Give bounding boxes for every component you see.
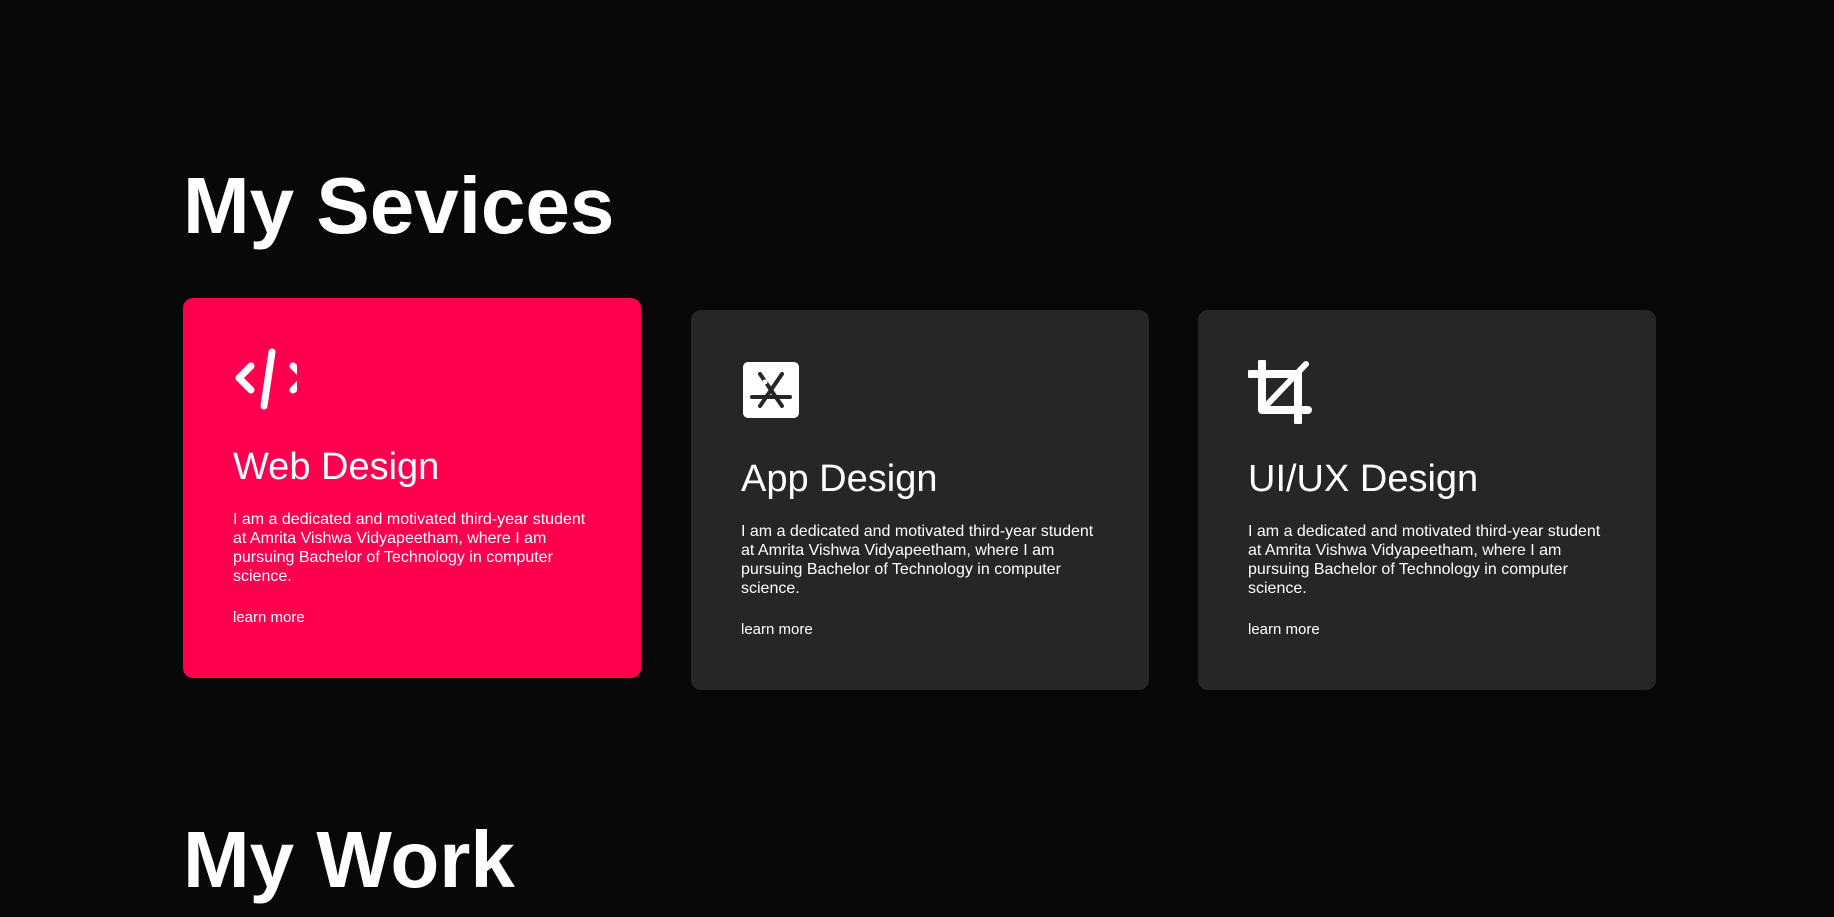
services-section-title: My Sevices <box>183 161 615 250</box>
work-section-title: My Work <box>183 815 515 904</box>
code-icon <box>235 348 297 410</box>
service-card-description: I am a dedicated and motivated third-yea… <box>233 511 586 585</box>
crop-icon <box>1248 360 1312 424</box>
page: My Sevices Web Design I am a dedicated a… <box>0 0 1834 917</box>
learn-more-link[interactable]: learn more <box>741 621 813 638</box>
service-card-title: Web Design <box>233 446 440 488</box>
app-store-icon <box>743 362 799 418</box>
learn-more-link[interactable]: learn more <box>233 609 305 626</box>
service-card-title: App Design <box>741 458 938 500</box>
service-card-web-design[interactable]: Web Design I am a dedicated and motivate… <box>183 298 641 678</box>
learn-more-link[interactable]: learn more <box>1248 621 1320 638</box>
service-card-uiux-design[interactable]: UI/UX Design I am a dedicated and motiva… <box>1198 310 1656 690</box>
service-card-app-design[interactable]: App Design I am a dedicated and motivate… <box>691 310 1149 690</box>
service-card-description: I am a dedicated and motivated third-yea… <box>1248 523 1601 597</box>
service-card-title: UI/UX Design <box>1248 458 1479 500</box>
service-card-description: I am a dedicated and motivated third-yea… <box>741 523 1094 597</box>
